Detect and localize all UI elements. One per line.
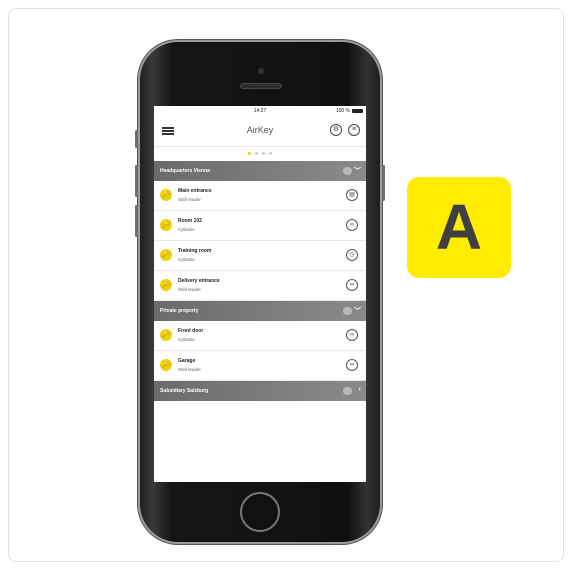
key-icon: 🔑	[160, 249, 172, 261]
gear-icon[interactable]: ⚙	[330, 124, 342, 136]
section-header-salzburg[interactable]: Subsidiary Salzburg ‹	[154, 381, 366, 401]
section-count-badge	[343, 307, 352, 315]
section-count-badge	[343, 387, 352, 395]
list-item[interactable]: 🔑 Garage Wall reader ∞	[154, 351, 366, 381]
key-icon: 🔑	[160, 279, 172, 291]
volume-down-button	[135, 205, 138, 237]
menu-circle-icon[interactable]: ≡	[348, 124, 360, 136]
list-item[interactable]: 🔑 Main entrance Wall reader ▤	[154, 181, 366, 211]
chevron-left-icon[interactable]: ‹	[359, 386, 361, 393]
home-button[interactable]	[240, 492, 280, 532]
section-header-headquarters[interactable]: Headquarters Vienna ﹀	[154, 161, 366, 181]
list-item[interactable]: 🔑 Room 102 Cylinder ∞	[154, 211, 366, 241]
app-header: AirKey ⚙ ≡	[154, 116, 366, 147]
door-name: Delivery entrance	[178, 278, 220, 284]
door-type: Cylinder	[178, 227, 195, 232]
battery-icon	[352, 109, 363, 113]
chevron-down-icon[interactable]: ﹀	[354, 166, 361, 176]
airkey-logo: A	[407, 177, 511, 278]
section-header-private[interactable]: Private property ﹀	[154, 301, 366, 321]
status-time: 14:27	[253, 108, 267, 114]
door-type: Wall reader	[178, 197, 201, 202]
section-title: Headquarters Vienna	[160, 168, 210, 174]
door-type: Wall reader	[178, 287, 201, 292]
list-item[interactable]: 🔑 Training room Cylinder ◷	[154, 241, 366, 271]
door-type: Cylinder	[178, 257, 195, 262]
section-title: Subsidiary Salzburg	[160, 388, 209, 394]
page-dot[interactable]	[269, 152, 272, 155]
front-camera	[258, 68, 264, 74]
cylinder-icon[interactable]: ∞	[346, 359, 358, 371]
cylinder-icon[interactable]: ∞	[346, 329, 358, 341]
volume-up-button	[135, 165, 138, 197]
section-count-badge	[343, 167, 352, 175]
door-name: Main entrance	[178, 188, 212, 194]
door-type: Wall reader	[178, 367, 201, 372]
page-dot[interactable]	[255, 152, 258, 155]
key-icon: 🔑	[160, 359, 172, 371]
door-name: Front door	[178, 328, 204, 334]
chevron-down-icon[interactable]: ﹀	[354, 306, 361, 316]
wall-reader-icon[interactable]: ▤	[346, 189, 358, 201]
list-item[interactable]: 🔑 Delivery entrance Wall reader ∞	[154, 271, 366, 301]
logo-letter: A	[435, 191, 483, 263]
status-bar: 14:27 100 %	[154, 106, 366, 116]
earpiece-speaker	[241, 84, 281, 88]
door-name: Garage	[178, 358, 196, 364]
page-dot-active[interactable]	[248, 152, 251, 155]
cylinder-icon[interactable]: ∞	[346, 219, 358, 231]
power-button	[382, 165, 385, 201]
key-icon: 🔑	[160, 329, 172, 341]
key-icon: 🔑	[160, 219, 172, 231]
key-icon: 🔑	[160, 189, 172, 201]
section-title: Private property	[160, 308, 199, 314]
battery-percent: 100 %	[335, 108, 350, 114]
page-indicator	[154, 147, 366, 161]
phone-mockup: 14:27 100 % AirKey ⚙ ≡ Headquarters Vien…	[135, 40, 385, 544]
clock-icon[interactable]: ◷	[346, 249, 358, 261]
mute-switch	[135, 130, 138, 148]
app-screen: 14:27 100 % AirKey ⚙ ≡ Headquarters Vien…	[154, 106, 366, 482]
page-dot[interactable]	[262, 152, 265, 155]
list-item[interactable]: 🔑 Front door Cylinder ∞	[154, 321, 366, 351]
cylinder-icon[interactable]: ∞	[346, 279, 358, 291]
door-type: Cylinder	[178, 337, 195, 342]
door-name: Room 102	[178, 218, 202, 224]
door-name: Training room	[178, 248, 212, 254]
